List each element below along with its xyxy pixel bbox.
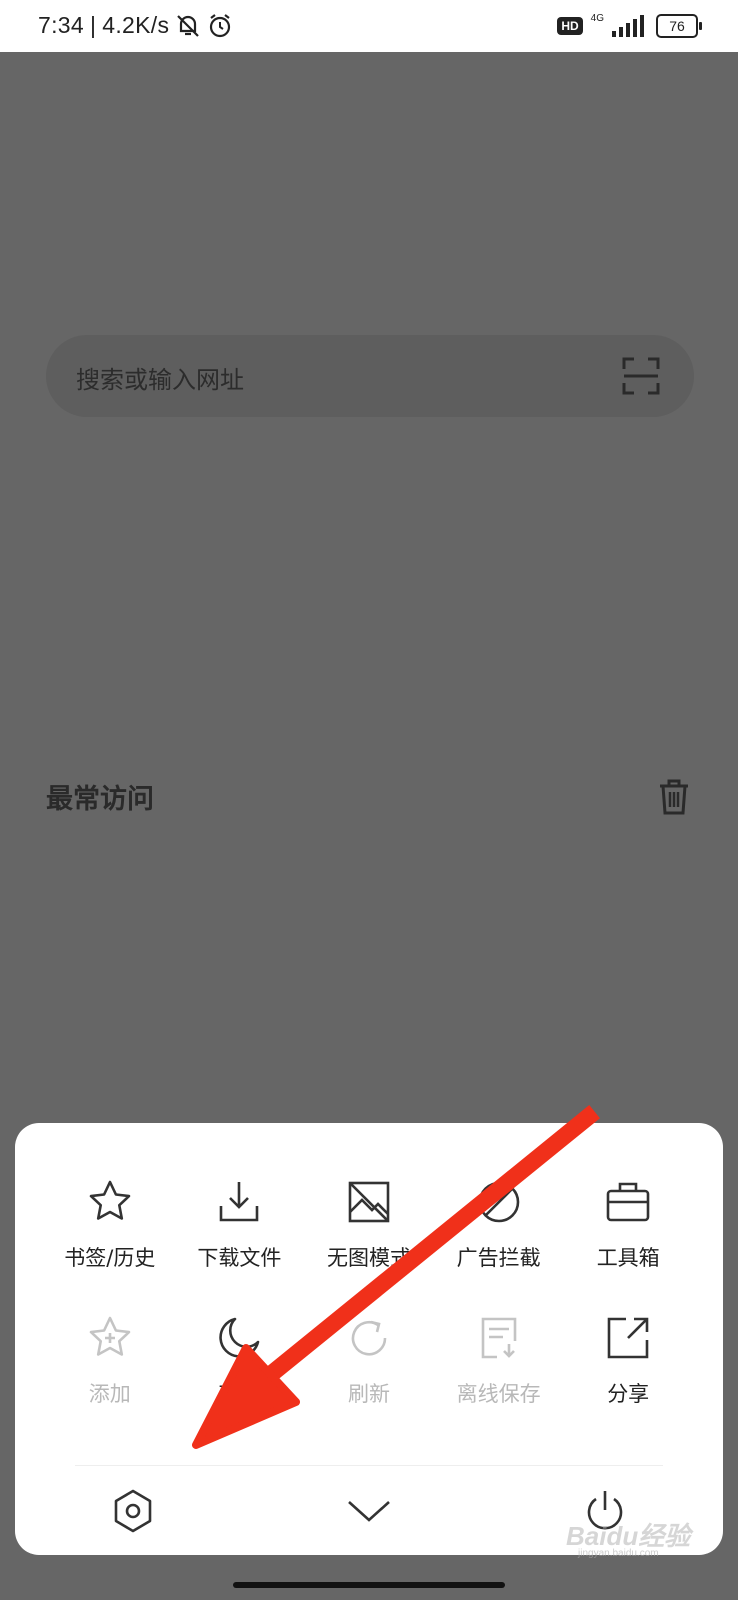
network-type: 4G <box>590 12 604 24</box>
star-add-icon <box>89 1316 131 1356</box>
offline-save-icon <box>481 1317 516 1359</box>
menu-item-downloads[interactable]: 下载文件 <box>175 1178 305 1272</box>
status-separator: | <box>89 12 97 38</box>
status-left: 7:34 | 4.2K/s <box>38 12 233 39</box>
menu-item-night-mode[interactable]: 夜间 <box>175 1314 305 1408</box>
refresh-icon <box>351 1320 387 1356</box>
menu-label-refresh: 刷新 <box>347 1382 390 1406</box>
watermark-url: jingyan.baidu.com <box>578 1548 659 1559</box>
network-speed: 4.2K/s <box>102 12 170 38</box>
most-visited-title: 最常访问 <box>46 784 154 815</box>
menu-item-no-image-mode[interactable]: 无图模式 <box>304 1178 434 1272</box>
menu-label-night-mode: 夜间 <box>218 1382 261 1406</box>
trash-icon[interactable] <box>658 779 690 815</box>
menu-label-ad-block: 广告拦截 <box>456 1246 541 1270</box>
ad-block-icon <box>478 1181 519 1223</box>
menu-item-ad-block[interactable]: 广告拦截 <box>434 1178 564 1272</box>
menu-item-refresh[interactable]: 刷新 <box>304 1314 434 1408</box>
moon-icon <box>219 1317 260 1358</box>
search-placeholder[interactable]: 搜索或输入网址 <box>76 360 244 395</box>
menu-item-offline-save[interactable]: 离线保存 <box>434 1314 564 1408</box>
star-icon <box>89 1180 131 1220</box>
mute-bell-icon <box>177 14 200 37</box>
menu-label-add-bookmark: 添加 <box>88 1382 131 1406</box>
battery-indicator: 76 <box>656 14 702 38</box>
menu-label-toolbox: 工具箱 <box>596 1246 660 1270</box>
home-indicator[interactable] <box>233 1582 505 1588</box>
alarm-icon <box>210 13 231 37</box>
toolbox-icon <box>606 1182 650 1222</box>
search-bar[interactable]: 搜索或输入网址 <box>46 335 694 417</box>
signal-icon <box>612 15 644 37</box>
no-image-icon <box>348 1181 390 1223</box>
menu-item-add-bookmark[interactable]: 添加 <box>45 1314 175 1408</box>
settings-icon[interactable] <box>110 1488 156 1534</box>
menu-label-downloads: 下载文件 <box>197 1246 282 1270</box>
hd-badge: HD <box>557 17 583 35</box>
menu-label-bookmarks-history: 书签/历史 <box>64 1246 156 1270</box>
menu-label-no-image-mode: 无图模式 <box>326 1246 411 1270</box>
collapse-chevron-icon[interactable] <box>346 1488 392 1534</box>
status-time: 7:34 <box>38 12 84 38</box>
scan-icon[interactable] <box>622 357 660 395</box>
status-right: HD 4G 76 <box>557 12 702 38</box>
menu-label-share: 分享 <box>607 1382 650 1406</box>
share-icon <box>607 1317 649 1359</box>
menu-grid: 书签/历史 下载文件 无图模式 广告拦截 工具箱 添加 夜间 刷新 离线保存 分… <box>45 1178 693 1408</box>
menu-label-offline-save: 离线保存 <box>456 1382 541 1406</box>
status-bar: 7:34 | 4.2K/s HD 4G 76 <box>0 0 738 52</box>
download-icon <box>220 1182 259 1222</box>
menu-item-bookmarks-history[interactable]: 书签/历史 <box>45 1178 175 1272</box>
menu-item-toolbox[interactable]: 工具箱 <box>563 1178 693 1272</box>
menu-item-share[interactable]: 分享 <box>563 1314 693 1408</box>
menu-sheet: 书签/历史 下载文件 无图模式 广告拦截 工具箱 添加 夜间 刷新 离线保存 分… <box>15 1123 723 1555</box>
